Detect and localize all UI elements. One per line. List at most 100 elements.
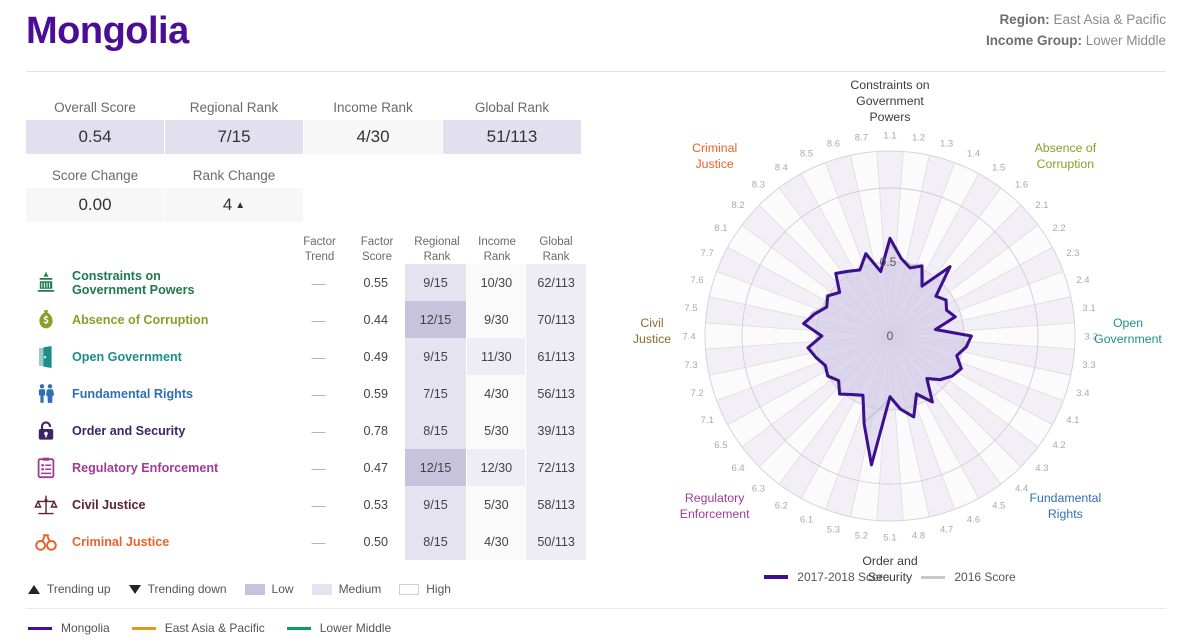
radar-subfactor-tick: 3.1 (1082, 303, 1095, 314)
series-legend: Mongolia East Asia & Pacific Lower Middl… (28, 621, 413, 635)
factor-name-cell[interactable]: Open Government (26, 338, 290, 375)
factor-score-cell: 0.78 (363, 423, 388, 438)
regional-rank-cell: 9/15 (404, 486, 467, 523)
legend-low: Low (244, 582, 294, 596)
chart-legend-label: 2017-2018 Score (797, 570, 890, 584)
legend-high: High (399, 582, 451, 596)
legend-trending-up: Trending up (28, 582, 111, 596)
handcuffs-icon (32, 528, 60, 556)
radar-subfactor-tick: 2.3 (1066, 248, 1079, 259)
table-row[interactable]: Open Government — 0.49 9/15 11/30 61/113 (26, 338, 586, 375)
factor-name-label: Criminal Justice (72, 535, 169, 549)
score-row-1: Overall Score 0.54 Regional Rank 7/15 In… (26, 96, 582, 154)
swatch-low-icon (244, 583, 265, 595)
chart-legend-item[interactable]: 2017-2018 Score (764, 570, 889, 584)
table-header-income-rank: Income Rank (478, 236, 516, 263)
table-header-factor-score: Factor Score (360, 236, 394, 263)
radar-subfactor-tick: 8.6 (827, 139, 840, 150)
global-rank-cell: 70/113 (526, 301, 586, 338)
legend-label: Trending up (47, 582, 111, 596)
scorecard-label: Rank Change (192, 168, 276, 183)
table-row[interactable]: Fundamental Rights — 0.59 7/15 4/30 56/1… (26, 375, 586, 412)
table-row[interactable]: Regulatory Enforcement — 0.47 12/15 12/3… (26, 449, 586, 486)
global-rank-cell: 39/113 (526, 412, 586, 449)
regional-rank-cell: 12/15 (404, 301, 467, 338)
radar-label-line1: Fundamental (1029, 491, 1102, 506)
radar-subfactor-tick: 6.2 (775, 501, 788, 512)
table-row[interactable]: Constraints on Government Powers — 0.55 9… (26, 264, 586, 301)
radar-subfactor-tick: 3.3 (1082, 360, 1095, 371)
radar-label-line1: Open (1112, 316, 1144, 330)
radar-subfactor-tick: 4.3 (1035, 463, 1048, 474)
legend-label: Trending down (147, 582, 227, 596)
radar-label-open-government[interactable]: Open Government (1078, 316, 1178, 348)
scorecard-score-change: Score Change 0.00 (26, 164, 164, 222)
trend-up-icon (28, 584, 40, 594)
radar-subfactor-tick: 8.1 (714, 223, 727, 234)
header-divider (26, 71, 1166, 72)
factor-name-cell[interactable]: Absence of Corruption (26, 301, 290, 338)
radar-subfactor-tick: 7.5 (684, 303, 697, 314)
radar-label-line1: Criminal (692, 140, 738, 155)
table-row[interactable]: Civil Justice — 0.53 9/15 5/30 58/113 (26, 486, 586, 523)
scorecard-overall-score: Overall Score 0.54 (26, 96, 164, 154)
radar-label-absence-of-corruption[interactable]: Absence of Corruption (1010, 141, 1120, 173)
legend-label: High (426, 582, 451, 596)
radar-label-constraints[interactable]: Constraints on Government Powers (825, 78, 955, 126)
radar-subfactor-tick: 5.2 (855, 531, 868, 542)
radar-subfactor-tick: 1.3 (940, 139, 953, 150)
series-color-swatch-icon (286, 626, 311, 630)
lock-icon (32, 417, 60, 445)
score-summary: Overall Score 0.54 Regional Rank 7/15 In… (26, 96, 582, 222)
radar-label-line1: Order and (862, 554, 918, 568)
factor-name-line1: Regulatory Enforcement (72, 460, 219, 475)
factor-name-cell[interactable]: Criminal Justice (26, 523, 290, 560)
table-row[interactable]: Order and Security — 0.78 8/15 5/30 39/1… (26, 412, 586, 449)
radar-label-fundamental-rights[interactable]: Fundamental Rights (1010, 491, 1120, 523)
radar-subfactor-tick: 7.6 (690, 275, 703, 286)
income-rank-cell: 5/30 (467, 486, 526, 523)
swatch-high-icon (399, 583, 420, 595)
radar-label-line1: Absence of (1034, 140, 1097, 155)
factor-name-cell[interactable]: Order and Security (26, 412, 290, 449)
radar-subfactor-tick: 2.2 (1052, 223, 1065, 234)
radar-label-regulatory-enforcement[interactable]: Regulatory Enforcement (657, 491, 772, 523)
scorecard-regional-rank: Regional Rank 7/15 (165, 96, 303, 154)
radar-label-criminal-justice[interactable]: Criminal Justice (670, 141, 760, 173)
series-legend-item[interactable]: Lower Middle (286, 621, 391, 635)
factor-name-cell[interactable]: Civil Justice (26, 486, 290, 523)
factor-name-cell[interactable]: Constraints on Government Powers (26, 264, 290, 301)
global-rank-cell: 62/113 (526, 264, 586, 301)
chart-series-swatch-icon (764, 575, 789, 579)
clipboard-icon (32, 454, 60, 482)
scorecard-value: 4/30 (304, 120, 442, 154)
factor-name-line1: Open Government (72, 349, 182, 364)
series-legend-item[interactable]: Mongolia (28, 621, 110, 635)
country-meta: Region: East Asia & Pacific Income Group… (986, 10, 1166, 52)
income-rank-cell: 10/30 (467, 264, 526, 301)
income-rank-cell: 9/30 (467, 301, 526, 338)
scorecard-rank-change: Rank Change 4 ▲ (165, 164, 303, 222)
radar-subfactor-tick: 7.2 (690, 388, 703, 399)
table-header-row: Factor Trend Factor Score Regional Rank … (26, 228, 586, 264)
table-row[interactable]: Absence of Corruption — 0.44 12/15 9/30 … (26, 301, 586, 338)
chart-legend-item[interactable]: 2016 Score (921, 570, 1016, 584)
legend-trending-down: Trending down (128, 582, 227, 596)
series-legend-item[interactable]: East Asia & Pacific (131, 621, 265, 635)
radar-label-civil-justice[interactable]: Civil Justice (612, 316, 692, 348)
radar-label-line2: Enforcement (679, 507, 750, 522)
scorecard-income-rank: Income Rank 4/30 (304, 96, 442, 154)
factor-trend-cell: — (311, 348, 326, 365)
factor-name-line1: Order and Security (72, 423, 186, 438)
radar-subfactor-tick: 2.4 (1076, 275, 1089, 286)
radar-subfactor-tick: 5.3 (827, 524, 840, 535)
table-row[interactable]: Criminal Justice — 0.50 8/15 4/30 50/113 (26, 523, 586, 560)
factor-trend-cell: — (311, 422, 326, 439)
income-rank-cell: 4/30 (467, 523, 526, 560)
radar-subfactor-tick: 4.1 (1066, 415, 1079, 426)
factor-name-label: Order and Security (72, 424, 185, 438)
table-header-global-rank: Global Rank (539, 236, 573, 263)
factor-trend-cell: — (311, 533, 326, 550)
factor-name-cell[interactable]: Fundamental Rights (26, 375, 290, 412)
factor-name-cell[interactable]: Regulatory Enforcement (26, 449, 290, 486)
